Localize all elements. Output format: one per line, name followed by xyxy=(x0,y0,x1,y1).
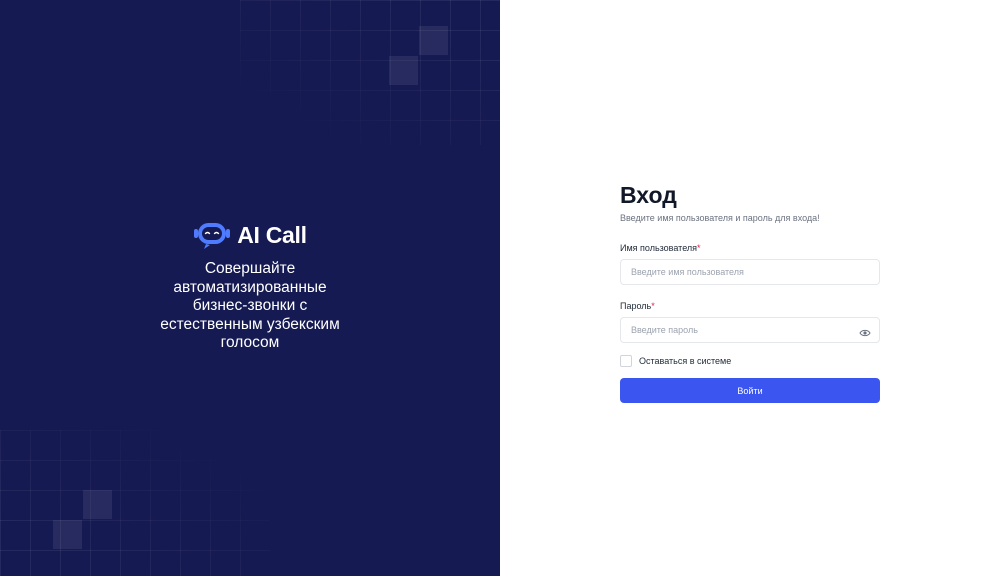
grid-highlight-cell xyxy=(83,490,112,519)
password-label: Пароль* xyxy=(620,300,880,312)
eye-icon[interactable] xyxy=(859,325,871,337)
grid-highlight-cell xyxy=(53,520,82,549)
username-field-wrapper xyxy=(620,259,880,285)
login-button[interactable]: Войти xyxy=(620,378,880,403)
decorative-grid-bottom xyxy=(0,430,270,576)
robot-head-icon xyxy=(193,220,231,250)
remember-me-label[interactable]: Оставаться в системе xyxy=(639,356,731,366)
page-title: Вход xyxy=(620,182,677,208)
decorative-grid-top xyxy=(240,0,500,145)
required-mark: * xyxy=(697,243,701,253)
password-label-text: Пароль xyxy=(620,301,652,311)
grid-highlight-cell xyxy=(419,26,448,55)
username-label: Имя пользователя* xyxy=(620,242,880,254)
password-field-wrapper xyxy=(620,317,880,343)
page-subtitle: Введите имя пользователя и пароль для вх… xyxy=(620,213,820,223)
login-form: Вход Введите имя пользователя и пароль д… xyxy=(620,180,880,403)
brand-lockup: AI Call xyxy=(0,220,500,250)
brand-name: AI Call xyxy=(237,221,307,248)
brand-tagline: Совершайте автоматизированные бизнес-зво… xyxy=(160,260,340,351)
required-mark: * xyxy=(651,301,655,311)
remember-me-row: Оставаться в системе xyxy=(620,354,880,368)
username-input[interactable] xyxy=(621,260,879,284)
password-input[interactable] xyxy=(621,318,879,342)
brand-panel: AI Call Совершайте автоматизированные би… xyxy=(0,0,500,576)
username-label-text: Имя пользователя xyxy=(620,243,698,253)
remember-me-checkbox[interactable] xyxy=(620,355,632,367)
grid-highlight-cell xyxy=(389,56,418,85)
